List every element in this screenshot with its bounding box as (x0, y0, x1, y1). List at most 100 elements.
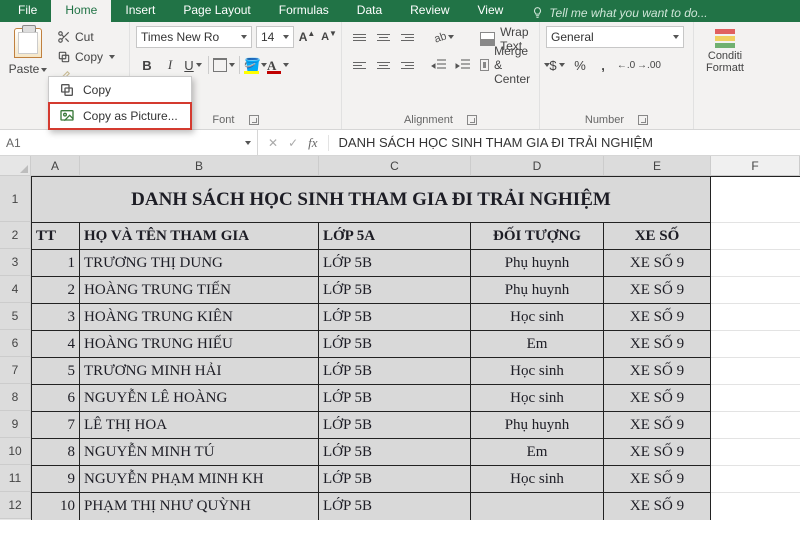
data-cell[interactable]: 5 (31, 358, 80, 385)
data-cell[interactable]: LỚP 5B (319, 304, 471, 331)
data-cell[interactable]: LÊ THỊ HOA (80, 412, 319, 439)
data-cell[interactable]: XE SỐ 9 (604, 412, 711, 439)
data-cell[interactable]: XE SỐ 9 (604, 466, 711, 493)
decrease-indent-button[interactable] (428, 54, 450, 76)
header-cell[interactable]: HỌ VÀ TÊN THAM GIA (80, 223, 319, 250)
header-cell[interactable]: TT (31, 223, 80, 250)
data-cell[interactable]: TRƯƠNG MINH HẢI (80, 358, 319, 385)
data-cell[interactable]: LỚP 5B (319, 439, 471, 466)
orientation-button[interactable]: ab (432, 26, 454, 48)
data-cell[interactable]: NGUYỄN LÊ HOÀNG (80, 385, 319, 412)
dialog-launcher-icon[interactable] (467, 115, 477, 125)
data-cell[interactable] (711, 250, 800, 277)
row-header-4[interactable]: 4 (0, 276, 31, 303)
data-cell[interactable]: XE SỐ 9 (604, 250, 711, 277)
header-cell[interactable]: XE SỐ (604, 223, 711, 250)
data-cell[interactable] (711, 493, 800, 520)
paste-button[interactable]: Paste (6, 26, 50, 76)
font-name-combo[interactable]: Times New Ro (136, 26, 252, 48)
data-cell[interactable]: LỚP 5B (319, 250, 471, 277)
data-cell[interactable]: 1 (31, 250, 80, 277)
data-cell[interactable]: 4 (31, 331, 80, 358)
row-header-2[interactable]: 2 (0, 222, 31, 249)
data-cell[interactable]: LỚP 5B (319, 358, 471, 385)
formula-input[interactable]: DANH SÁCH HỌC SINH THAM GIA ĐI TRẢI NGHI… (329, 135, 663, 150)
header-cell[interactable]: LỚP 5A (319, 223, 471, 250)
align-center-button[interactable] (372, 54, 394, 76)
data-cell[interactable]: XE SỐ 9 (604, 277, 711, 304)
tab-data[interactable]: Data (343, 0, 396, 22)
data-cell[interactable]: HOÀNG TRUNG TIẾN (80, 277, 319, 304)
data-cell[interactable]: XE SỐ 9 (604, 385, 711, 412)
data-cell[interactable]: Học sinh (471, 466, 604, 493)
data-cell[interactable]: LỚP 5B (319, 277, 471, 304)
bold-button[interactable]: B (136, 54, 158, 76)
font-color-button[interactable]: A (267, 54, 289, 76)
data-cell[interactable]: PHẠM THỊ NHƯ QUỲNH (80, 493, 319, 520)
data-cell[interactable]: TRƯƠNG THỊ DUNG (80, 250, 319, 277)
tab-home[interactable]: Home (51, 0, 111, 22)
italic-button[interactable]: I (159, 54, 181, 76)
data-cell[interactable]: 7 (31, 412, 80, 439)
row-header-9[interactable]: 9 (0, 411, 31, 438)
row-header-1[interactable]: 1 (0, 176, 31, 222)
row-header-3[interactable]: 3 (0, 249, 31, 276)
cut-button[interactable]: Cut (54, 28, 118, 46)
header-cell[interactable]: ĐỐI TƯỢNG (471, 223, 604, 250)
data-cell[interactable]: 9 (31, 466, 80, 493)
col-header-E[interactable]: E (604, 156, 711, 175)
data-cell[interactable]: 6 (31, 385, 80, 412)
tab-insert[interactable]: Insert (111, 0, 169, 22)
comma-format-button[interactable]: , (592, 54, 614, 76)
col-header-F[interactable]: F (711, 156, 800, 175)
data-cell[interactable]: XE SỐ 9 (604, 304, 711, 331)
data-cell[interactable] (711, 331, 800, 358)
select-all-button[interactable] (0, 156, 31, 175)
data-cell[interactable]: NGUYỄN PHẠM MINH KH (80, 466, 319, 493)
cancel-button[interactable]: ✕ (268, 136, 278, 150)
data-cell[interactable] (471, 493, 604, 520)
row-header-5[interactable]: 5 (0, 303, 31, 330)
data-cell[interactable]: 2 (31, 277, 80, 304)
row-header-8[interactable]: 8 (0, 384, 31, 411)
tell-me-search[interactable]: Tell me what you want to do... (517, 0, 721, 22)
row-header-12[interactable]: 12 (0, 492, 31, 519)
data-cell[interactable]: LỚP 5B (319, 412, 471, 439)
grow-font-button[interactable]: A▲ (298, 27, 316, 47)
row-header-10[interactable]: 10 (0, 438, 31, 465)
row-header-7[interactable]: 7 (0, 357, 31, 384)
copy-button[interactable]: Copy (54, 48, 118, 66)
data-cell[interactable]: Phụ huynh (471, 277, 604, 304)
data-cell[interactable]: NGUYỄN MINH TÚ (80, 439, 319, 466)
data-cell[interactable] (711, 466, 800, 493)
font-size-combo[interactable]: 14 (256, 26, 294, 48)
data-cell[interactable]: XE SỐ 9 (604, 331, 711, 358)
increase-indent-button[interactable] (452, 54, 474, 76)
name-box[interactable]: A1 (0, 130, 258, 155)
dialog-launcher-icon[interactable] (249, 115, 259, 125)
data-cell[interactable]: LỚP 5B (319, 493, 471, 520)
cells-grid[interactable]: DANH SÁCH HỌC SINH THAM GIA ĐI TRẢI NGHI… (31, 176, 800, 520)
data-cell[interactable]: 10 (31, 493, 80, 520)
data-cell[interactable]: Em (471, 439, 604, 466)
data-cell[interactable]: Học sinh (471, 358, 604, 385)
conditional-formatting-icon[interactable] (713, 26, 737, 50)
data-cell[interactable]: XE SỐ 9 (604, 493, 711, 520)
data-cell[interactable] (711, 358, 800, 385)
increase-decimal-button[interactable]: ←.0 (615, 54, 637, 76)
underline-button[interactable]: U (182, 54, 204, 76)
shrink-font-button[interactable]: A▼ (320, 27, 338, 47)
data-cell[interactable]: Phụ huynh (471, 250, 604, 277)
data-cell[interactable]: LỚP 5B (319, 331, 471, 358)
menu-item-copy-as-picture[interactable]: Copy as Picture... (49, 103, 191, 129)
data-cell[interactable] (711, 277, 800, 304)
col-header-D[interactable]: D (471, 156, 604, 175)
percent-format-button[interactable]: % (569, 54, 591, 76)
data-cell[interactable]: XE SỐ 9 (604, 358, 711, 385)
number-format-combo[interactable]: General (546, 26, 684, 48)
data-cell[interactable] (711, 385, 800, 412)
tab-page-layout[interactable]: Page Layout (169, 0, 264, 22)
accounting-format-button[interactable]: $ (546, 54, 568, 76)
align-right-button[interactable] (396, 54, 418, 76)
data-cell[interactable] (711, 304, 800, 331)
